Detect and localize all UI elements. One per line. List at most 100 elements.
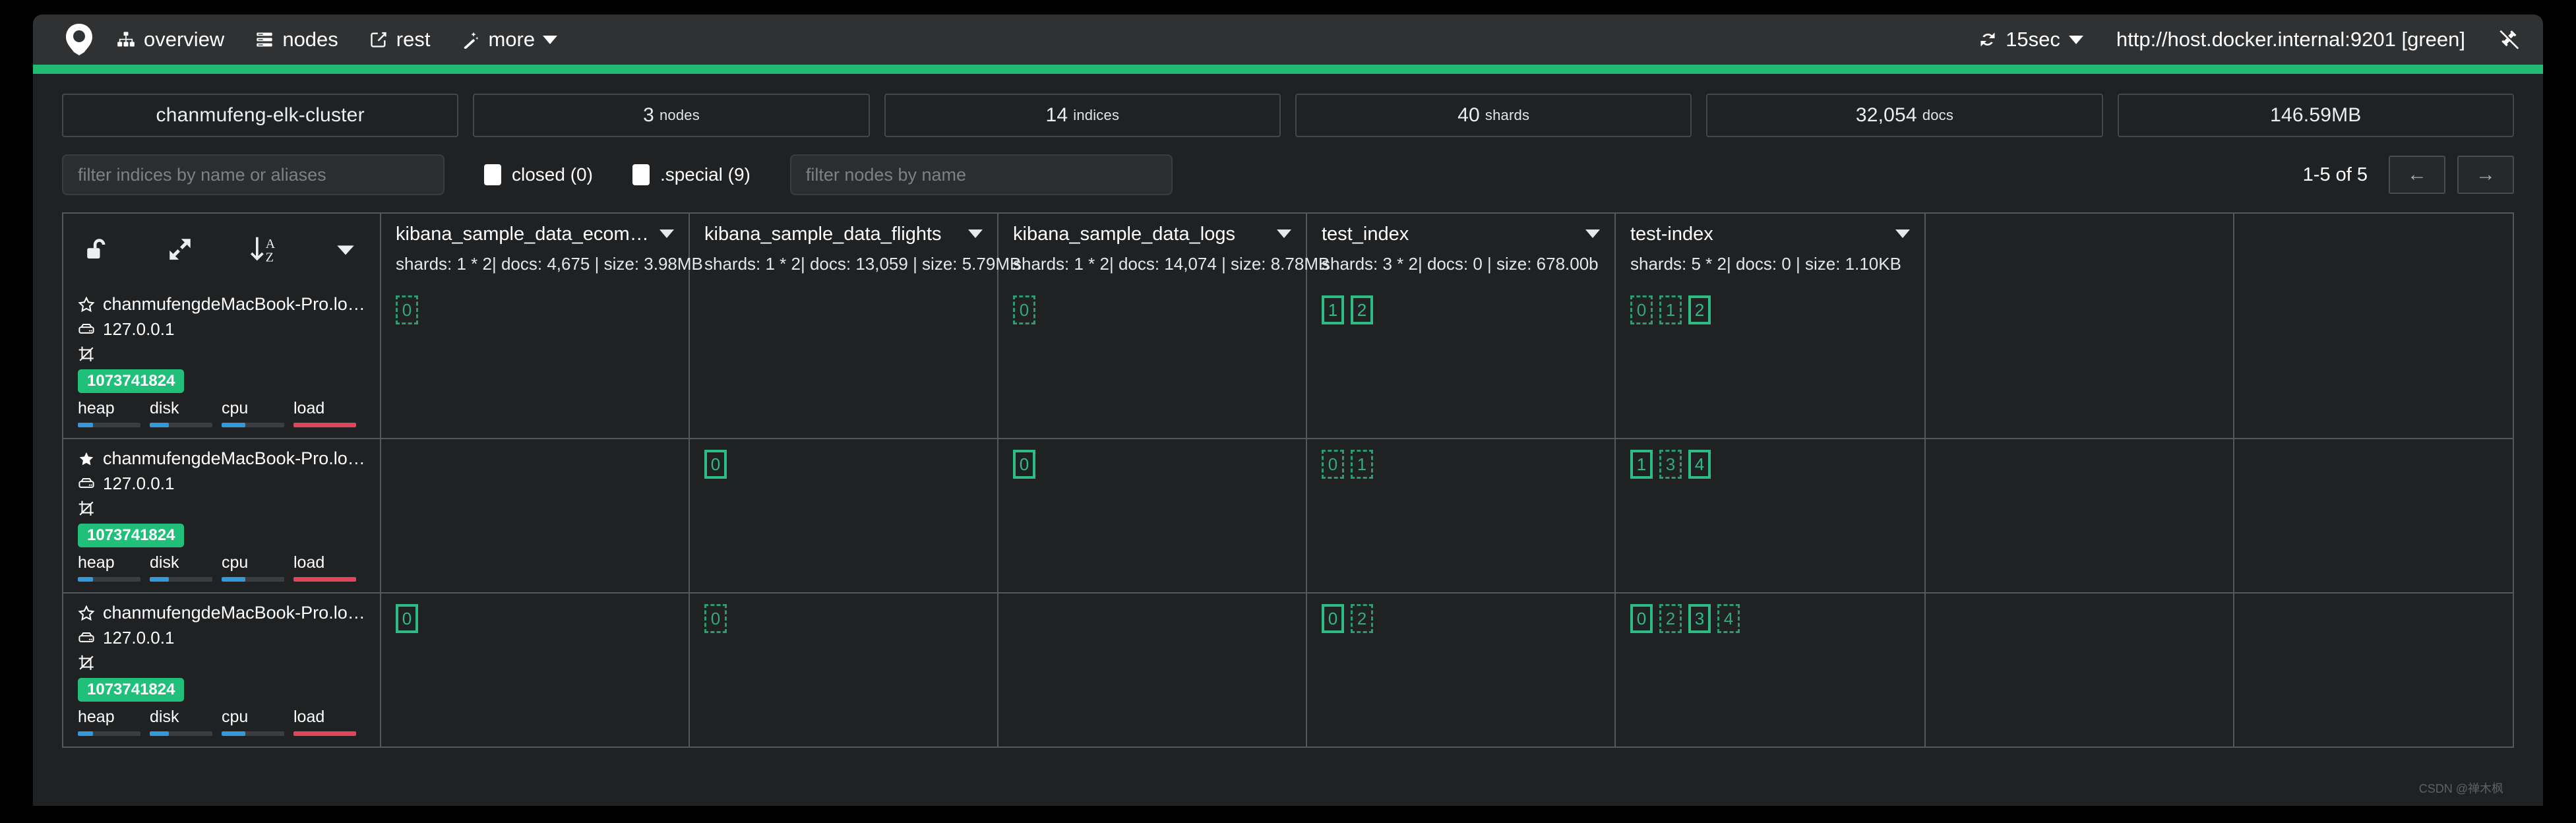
shard-cell: 12 — [1307, 285, 1616, 438]
shard-cell — [690, 285, 998, 438]
shard-replica[interactable]: 0 — [704, 604, 727, 633]
server-list-icon — [255, 30, 274, 49]
nodes-filter-input[interactable] — [790, 154, 1173, 195]
node-name: chanmufengdeMacBook-Pro.loc... — [103, 603, 365, 623]
shard-primary[interactable]: 2 — [1688, 295, 1711, 324]
node-metrics: heap disk cpu load — [78, 553, 365, 582]
shard-cell: 0 — [690, 594, 998, 747]
metric-bar — [78, 577, 140, 582]
stat-value: 146.59MB — [2270, 104, 2361, 127]
shard-list: 0 — [704, 604, 983, 633]
shard-replica[interactable]: 3 — [1659, 450, 1682, 479]
nav-label-nodes: nodes — [282, 28, 338, 51]
nav-item-nodes[interactable]: nodes — [255, 28, 338, 51]
metric-bar — [78, 731, 140, 736]
stat-unit: indices — [1073, 107, 1119, 124]
shard-cell: 0 — [381, 594, 690, 747]
shard-primary[interactable]: 4 — [1688, 450, 1711, 479]
shard-primary[interactable]: 0 — [704, 450, 727, 479]
shard-primary[interactable]: 1 — [1322, 295, 1344, 324]
node-metrics: heap disk cpu load — [78, 399, 365, 427]
shard-replica[interactable]: 1 — [1351, 450, 1373, 479]
shard-replica[interactable]: 0 — [1322, 450, 1344, 479]
metric-heap: heap — [78, 708, 150, 736]
crop-data-icon — [78, 654, 95, 671]
shard-primary[interactable]: 1 — [1630, 450, 1653, 479]
cerebro-logo-icon[interactable] — [62, 22, 96, 57]
index-header-kibana-sample-data-flights: kibana_sample_data_flights shards: 1 * 2… — [690, 214, 998, 285]
shard-list: 12 — [1322, 295, 1600, 324]
shard-list: 0 — [396, 604, 674, 633]
stat-value: 32,054 — [1856, 104, 1917, 127]
index-name[interactable]: test_index — [1322, 224, 1580, 245]
caret-down-icon[interactable] — [968, 229, 983, 238]
index-name[interactable]: test-index — [1630, 224, 1890, 245]
shard-primary[interactable]: 0 — [1322, 604, 1344, 633]
shard-primary[interactable]: 0 — [396, 604, 418, 633]
caret-down-icon[interactable] — [1277, 229, 1291, 238]
chevron-down-icon — [543, 36, 557, 44]
shard-list: 02 — [1322, 604, 1600, 633]
unlock-icon[interactable] — [79, 231, 116, 268]
checkbox-icon — [632, 164, 650, 185]
edit-square-icon — [369, 30, 388, 49]
cluster-url-label[interactable]: http://host.docker.internal:9201 [green] — [2116, 28, 2465, 51]
indices-filter-input[interactable] — [62, 154, 445, 195]
nav-item-more[interactable]: more — [460, 28, 557, 51]
shard-cell — [1926, 439, 2234, 592]
node-name: chanmufengdeMacBook-Pro.loc... — [103, 294, 365, 315]
heap-size-badge: 1073741824 — [78, 524, 184, 547]
stat-cluster-name: chanmufeng-elk-cluster — [62, 94, 458, 137]
closed-indices-checkbox[interactable]: closed (0) — [484, 164, 593, 185]
shard-replica[interactable]: 0 — [1013, 295, 1035, 324]
caret-down-icon[interactable] — [1585, 229, 1600, 238]
top-navbar: overview nodes — [33, 15, 2543, 65]
star-outline-icon[interactable] — [78, 296, 95, 313]
sort-alpha-down-icon[interactable]: A Z — [245, 231, 282, 268]
shard-cell: 0 — [998, 439, 1307, 592]
index-meta: shards: 5 * 2| docs: 0 | size: 1.10KB — [1630, 254, 1910, 274]
metric-label: heap — [78, 399, 140, 418]
shard-replica[interactable]: 0 — [1630, 295, 1653, 324]
star-outline-icon[interactable] — [78, 605, 95, 622]
caret-down-icon[interactable] — [659, 229, 674, 238]
shard-primary[interactable]: 2 — [1351, 295, 1373, 324]
shard-replica[interactable]: 2 — [1351, 604, 1373, 633]
plug-disconnect-icon[interactable] — [2498, 28, 2521, 51]
shard-primary[interactable]: 3 — [1688, 604, 1711, 633]
nav-item-overview[interactable]: overview — [116, 28, 224, 51]
special-indices-checkbox[interactable]: .special (9) — [632, 164, 751, 185]
prev-page-button[interactable]: ← — [2389, 156, 2445, 194]
shard-replica[interactable]: 4 — [1717, 604, 1740, 633]
special-label: .special (9) — [660, 164, 751, 185]
next-page-button[interactable]: → — [2457, 156, 2514, 194]
shard-replica[interactable]: 0 — [396, 295, 418, 324]
table-header-row: A Z kibana_sample_data_ecommerce — [63, 214, 2513, 285]
refresh-interval-selector[interactable]: 15sec — [1978, 28, 2083, 51]
index-name[interactable]: kibana_sample_data_flights — [704, 224, 963, 245]
index-name[interactable]: kibana_sample_data_ecommerce — [396, 224, 654, 245]
stat-shards: 40 shards — [1295, 94, 1692, 137]
filters-row: closed (0) .special (9) 1-5 of 5 ← → — [33, 137, 2543, 195]
index-header-test-index-underscore: test_index shards: 3 * 2| docs: 0 | size… — [1307, 214, 1616, 285]
caret-down-icon[interactable] — [327, 231, 364, 268]
shard-replica[interactable]: 2 — [1659, 604, 1682, 633]
shard-primary[interactable]: 0 — [1013, 450, 1035, 479]
pagination: 1-5 of 5 ← → — [2303, 156, 2514, 194]
index-header-kibana-sample-data-ecommerce: kibana_sample_data_ecommerce shards: 1 *… — [381, 214, 690, 285]
shard-cell: 012 — [1616, 285, 1926, 438]
shard-replica[interactable]: 1 — [1659, 295, 1682, 324]
expand-arrows-icon[interactable] — [162, 231, 199, 268]
nav-label-rest: rest — [396, 28, 431, 51]
shard-primary[interactable]: 0 — [1630, 604, 1653, 633]
shard-list: 0 — [396, 295, 674, 324]
metric-label: load — [293, 708, 356, 727]
star-filled-icon[interactable] — [78, 450, 95, 468]
shard-cell — [2234, 285, 2543, 438]
metric-label: cpu — [222, 708, 284, 727]
index-name[interactable]: kibana_sample_data_logs — [1013, 224, 1272, 245]
nav-item-rest[interactable]: rest — [369, 28, 431, 51]
caret-down-icon[interactable] — [1895, 229, 1910, 238]
svg-text:Z: Z — [265, 250, 273, 264]
stat-value: 3 — [643, 104, 654, 127]
